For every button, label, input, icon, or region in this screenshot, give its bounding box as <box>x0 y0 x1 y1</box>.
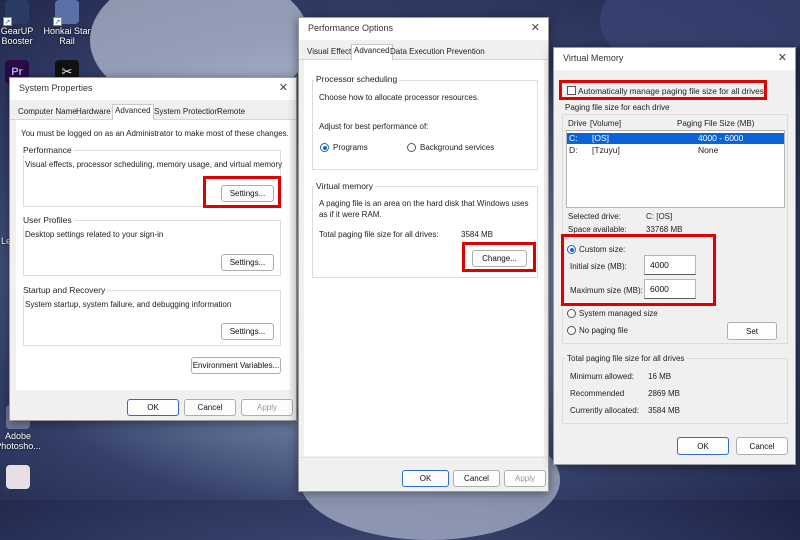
system-properties-window: System Properties ✕ Computer Name Hardwa… <box>9 77 297 421</box>
virtual-memory-desc-1: A paging file is an area on the hard dis… <box>319 199 529 208</box>
virtual-memory-label: Virtual memory <box>314 181 375 191</box>
title-bar: Virtual Memory ✕ <box>554 48 795 70</box>
drive-size: None <box>698 145 719 155</box>
highlight-custom-size <box>561 234 716 306</box>
background-services-radio[interactable] <box>407 143 416 152</box>
no-paging-label: No paging file <box>579 326 628 335</box>
close-icon[interactable]: ✕ <box>279 81 288 94</box>
total-paging-label: Total paging file size for all drives: <box>319 230 439 239</box>
highlight-settings <box>203 176 281 208</box>
performance-label: Performance <box>21 145 74 155</box>
background-services-label: Background services <box>420 143 495 152</box>
col-volume-header: [Volume] <box>590 119 622 128</box>
totals-label: Total paging file size for all drives <box>565 354 687 364</box>
environment-variables-button[interactable]: Environment Variables... <box>191 357 281 374</box>
desktop-icon-label: GearUP Booster <box>0 26 34 46</box>
tab-visual-effects[interactable]: Visual Effects <box>305 46 357 57</box>
apply-button[interactable]: Apply <box>241 399 293 416</box>
per-drive-label: Paging file size for each drive <box>565 103 670 112</box>
minimum-allowed-label: Minimum allowed: <box>570 372 635 381</box>
recommended-value: 2869 MB <box>648 389 681 398</box>
cancel-button[interactable]: Cancel <box>184 399 236 416</box>
desktop-icon-gearup[interactable]: ↗ GearUP Booster <box>0 0 43 46</box>
drive-volume: [OS] <box>592 133 610 143</box>
apply-button[interactable]: Apply <box>504 470 546 487</box>
no-paging-radio[interactable] <box>567 326 576 335</box>
ok-button[interactable]: OK <box>402 470 449 487</box>
system-managed-label: System managed size <box>579 309 658 318</box>
desktop-icon-honkai[interactable]: ↗ Honkai Star Rail <box>41 0 93 46</box>
tab-computer-name[interactable]: Computer Name <box>16 106 79 117</box>
adjust-label: Adjust for best performance of: <box>319 122 429 131</box>
ok-button[interactable]: OK <box>677 437 729 455</box>
drive-volume: [Tzuyu] <box>592 145 620 155</box>
programs-radio[interactable] <box>320 143 329 152</box>
window-title: Virtual Memory <box>563 53 624 63</box>
tab-bar: Computer Name Hardware Advanced System P… <box>10 104 296 120</box>
title-bar: System Properties ✕ <box>10 78 296 100</box>
startup-desc: System startup, system failure, and debu… <box>25 300 232 309</box>
advanced-panel: You must be logged on as an Administrato… <box>16 120 290 390</box>
recommended-label: Recommended <box>570 389 625 398</box>
desktop-icon-label: Honkai Star Rail <box>43 26 91 46</box>
col-size-header: Paging File Size (MB) <box>677 119 755 128</box>
user-profiles-settings-button[interactable]: Settings... <box>221 254 274 271</box>
processor-desc: Choose how to allocate processor resourc… <box>319 93 480 102</box>
total-paging-value: 3584 MB <box>461 230 494 239</box>
user-profiles-label: User Profiles <box>21 215 74 225</box>
cancel-button[interactable]: Cancel <box>736 437 788 455</box>
drive-row[interactable]: C: [OS] 4000 - 6000 <box>567 133 784 144</box>
tab-bar: Visual Effects Advanced Data Execution P… <box>299 44 548 60</box>
processor-label: Processor scheduling <box>314 74 400 84</box>
performance-desc: Visual effects, processor scheduling, me… <box>25 160 283 169</box>
highlight-change <box>462 242 536 272</box>
selected-drive-label: Selected drive: <box>568 212 621 221</box>
title-bar: Performance Options ✕ <box>299 18 548 40</box>
window-title: System Properties <box>19 83 93 93</box>
close-icon[interactable]: ✕ <box>778 51 787 64</box>
tab-system-protection[interactable]: System Protection <box>152 106 221 117</box>
system-managed-radio[interactable] <box>567 309 576 318</box>
tab-hardware[interactable]: Hardware <box>74 106 113 117</box>
tab-data-execution-prevention[interactable]: Data Execution Prevention <box>388 46 487 57</box>
desktop-icon-bottom[interactable] <box>0 465 44 491</box>
tab-advanced[interactable]: Advanced <box>351 44 393 60</box>
window-title: Performance Options <box>308 23 394 33</box>
tab-advanced[interactable]: Advanced <box>112 104 154 120</box>
highlight-auto-manage <box>559 80 767 100</box>
drive-row[interactable]: D: [Tzuyu] None <box>567 145 784 156</box>
minimum-allowed-value: 16 MB <box>648 372 672 381</box>
drive-letter: C: <box>569 133 578 143</box>
virtual-memory-desc-2: as if it were RAM. <box>319 210 382 219</box>
drive-size: 4000 - 6000 <box>698 133 744 143</box>
cancel-button[interactable]: Cancel <box>453 470 500 487</box>
currently-allocated-value: 3584 MB <box>648 406 681 415</box>
honkai-icon: ↗ <box>53 0 79 26</box>
user-profiles-desc: Desktop settings related to your sign-in <box>25 230 164 239</box>
drive-letter: D: <box>569 145 578 155</box>
col-drive-header: Drive <box>568 119 587 128</box>
drive-list[interactable]: C: [OS] 4000 - 6000 D: [Tzuyu] None <box>566 130 785 208</box>
startup-settings-button[interactable]: Settings... <box>221 323 274 340</box>
currently-allocated-label: Currently allocated: <box>570 406 639 415</box>
admin-note: You must be logged on as an Administrato… <box>21 129 289 138</box>
startup-label: Startup and Recovery <box>21 285 108 295</box>
ok-button[interactable]: OK <box>127 399 179 416</box>
programs-label: Programs <box>333 143 368 152</box>
close-icon[interactable]: ✕ <box>531 21 540 34</box>
set-button[interactable]: Set <box>727 322 777 340</box>
selected-drive-value: C: [OS] <box>646 212 673 221</box>
desktop-icon-label: Adobe Photosho... <box>0 431 41 451</box>
tab-remote[interactable]: Remote <box>215 106 247 117</box>
app-icon <box>6 465 30 489</box>
gearup-icon: ↗ <box>3 0 29 26</box>
